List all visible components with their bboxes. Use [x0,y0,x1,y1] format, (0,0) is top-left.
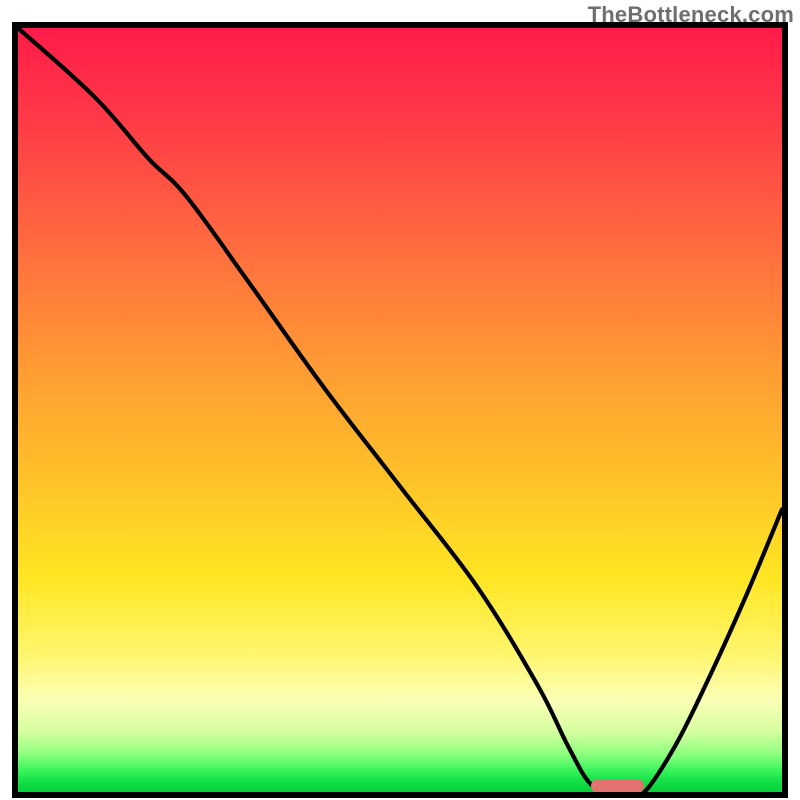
bottleneck-curve [18,28,782,792]
optimal-range-marker [591,779,644,793]
plot-frame [12,22,788,798]
chart-canvas: TheBottleneck.com [0,0,800,800]
